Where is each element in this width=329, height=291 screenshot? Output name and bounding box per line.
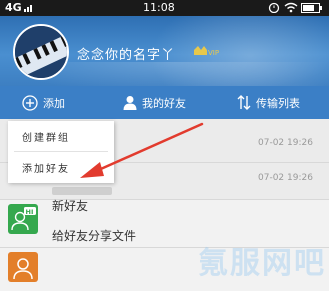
person-outline-icon [13,258,33,280]
share-files-title: 给好友分享文件 [52,229,137,243]
add-button-label: 添加 [43,96,65,110]
share-files-icon [8,252,38,282]
my-friends-label: 我的好友 [142,96,186,110]
clock: 11:08 [143,1,175,14]
add-circle-icon [22,94,38,111]
transfer-list-button[interactable]: 传输列表 [237,86,300,119]
red-arrow-annotation [80,122,204,178]
row-time: 07-02 19:26 [258,173,313,183]
person-hi-icon: HI [11,207,36,231]
signal-icon [24,5,32,12]
action-toolbar: 添加 我的好友 传输列表 [0,86,329,119]
username: 念念你的名字丫 [77,48,176,63]
new-friends-icon: HI [8,204,38,234]
wifi-icon [284,2,298,13]
status-bar: 4G 11:08 [0,0,329,16]
network-indicator: 4G [5,1,22,14]
vip-label: VIP [208,49,219,57]
watermark: 氪服网吧 [198,246,326,281]
vip-crown-badge: VIP [194,46,219,57]
transfer-list-label: 传输列表 [256,96,300,110]
row-time: 07-02 19:26 [258,138,313,148]
new-friends-title: 新好友 [52,199,89,213]
transfer-arrows-icon [237,95,251,110]
alarm-icon [268,2,280,13]
avatar[interactable] [13,24,69,80]
person-icon [123,96,137,110]
my-friends-button[interactable]: 我的好友 [123,86,186,119]
add-button[interactable]: 添加 [22,86,65,119]
blurred-text [52,187,112,195]
battery-icon [301,3,322,13]
hi-label: HI [26,208,34,216]
